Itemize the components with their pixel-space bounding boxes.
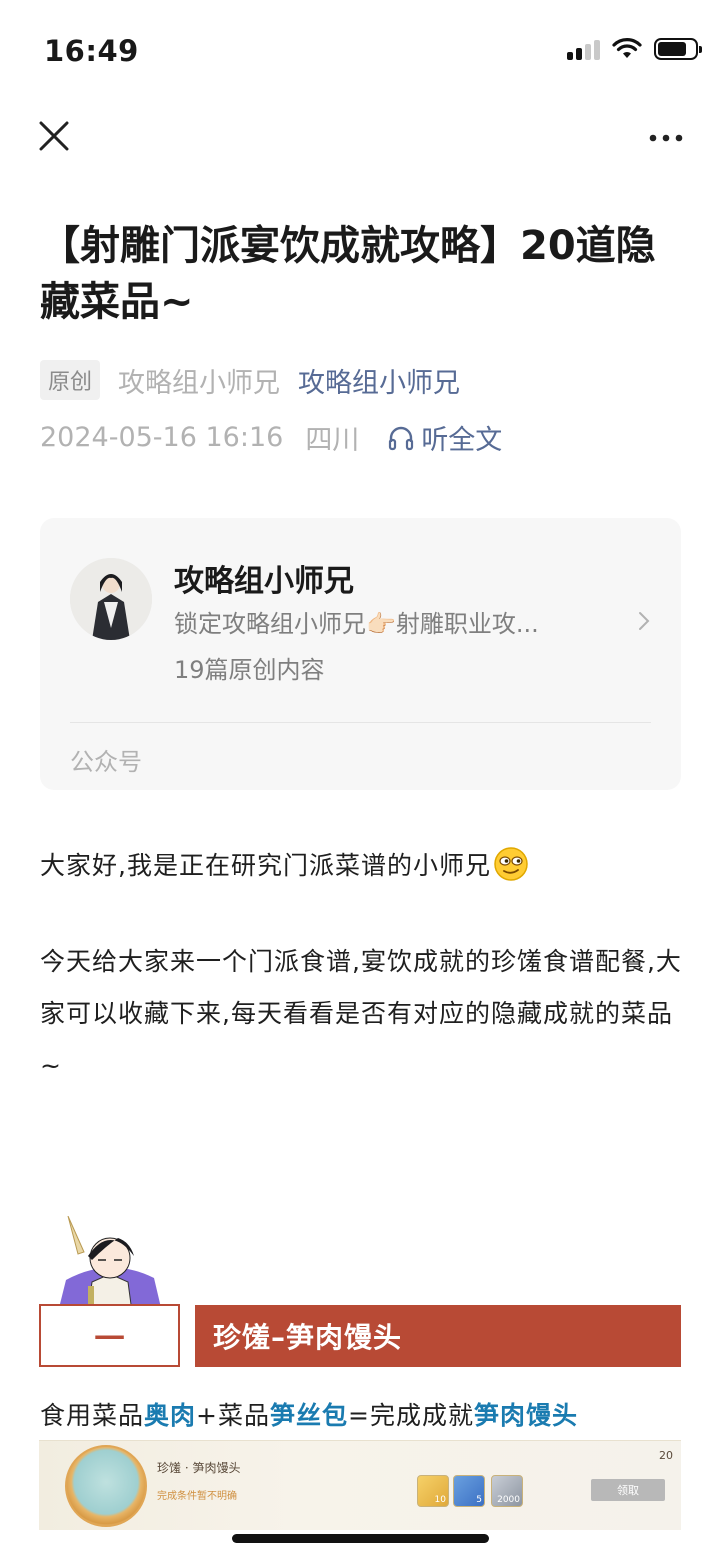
more-icon[interactable] (648, 124, 684, 152)
section-number: 一 (39, 1304, 180, 1367)
headphones-icon (389, 426, 414, 450)
home-indicator[interactable] (232, 1534, 489, 1543)
account-description: 锁定攻略组小师兄👉🏻射雕职业攻... (174, 610, 539, 638)
chevron-right-icon[interactable] (637, 610, 651, 632)
claim-button[interactable]: 领取 (591, 1479, 665, 1501)
avatar (70, 558, 152, 640)
section-title: 珍馐–笋肉馒头 (195, 1305, 681, 1367)
reward-item-gold: 10 (417, 1475, 449, 1507)
recipe-item-2: 笋丝包 (269, 1401, 348, 1430)
recipe-item-1: 奥肉 (144, 1401, 197, 1430)
account-name: 攻略组小师兄 (174, 564, 354, 599)
achievement-condition: 完成条件暂不明确 (157, 1491, 237, 1502)
wifi-icon (612, 38, 642, 58)
account-link[interactable]: 攻略组小师兄 (298, 361, 460, 400)
article-title: 【射雕门派宴饮成就攻略】20道隐藏菜品~ (40, 223, 656, 325)
status-icons (567, 38, 702, 60)
achievement-points: 20 (659, 1449, 673, 1462)
signal-icon (567, 38, 600, 60)
status-time: 16:49 (44, 34, 139, 68)
recipe-line: 食用菜品奥肉+菜品笋丝包=完成成就笋肉馒头 (40, 1396, 578, 1432)
recipe-plus: +菜品 (196, 1401, 270, 1430)
account-article-count: 19篇原创内容 (174, 656, 325, 684)
close-icon[interactable] (36, 118, 72, 154)
account-type: 公众号 (70, 748, 142, 776)
body-paragraph: 今天给大家来一个门派食谱,宴饮成就的珍馐食谱配餐,大家可以收藏下来,每天看看是否… (40, 947, 682, 1080)
article-meta-date: 2024-05-16 16:16 四川 听全文 (40, 418, 502, 457)
achievement-name: 珍馐 · 笋肉馒头 (157, 1461, 241, 1475)
achievement-banner: 珍馐 · 笋肉馒头 完成条件暂不明确 10 5 2000 领取 20 (39, 1440, 681, 1530)
smirk-emoji-icon (494, 847, 528, 881)
article-meta: 原创 攻略组小师兄 攻略组小师兄 (40, 360, 460, 400)
recipe-equals: =完成成就 (348, 1401, 474, 1430)
original-tag: 原创 (40, 360, 101, 400)
recipe-result: 笋肉馒头 (473, 1401, 578, 1430)
recipe-text: 食用菜品 (40, 1401, 145, 1430)
achievement-badge-icon (65, 1445, 147, 1527)
listen-label: 听全文 (421, 425, 503, 456)
intro-paragraph: 大家好,我是正在研究门派菜谱的小师兄 (40, 840, 684, 892)
card-divider (70, 722, 651, 723)
intro-text: 大家好,我是正在研究门派菜谱的小师兄 (40, 851, 491, 880)
listen-button[interactable]: 听全文 (387, 418, 502, 457)
mascot-image (58, 1216, 162, 1312)
author-name: 攻略组小师兄 (118, 367, 281, 399)
battery-icon (654, 38, 702, 60)
account-card[interactable]: 攻略组小师兄 锁定攻略组小师兄👉🏻射雕职业攻... 19篇原创内容 公众号 (40, 518, 681, 790)
publish-date: 2024-05-16 16:16 (40, 422, 284, 453)
reward-item-blue: 5 (453, 1475, 485, 1507)
reward-item-silver: 2000 (491, 1475, 523, 1507)
publish-region: 四川 (305, 425, 360, 456)
